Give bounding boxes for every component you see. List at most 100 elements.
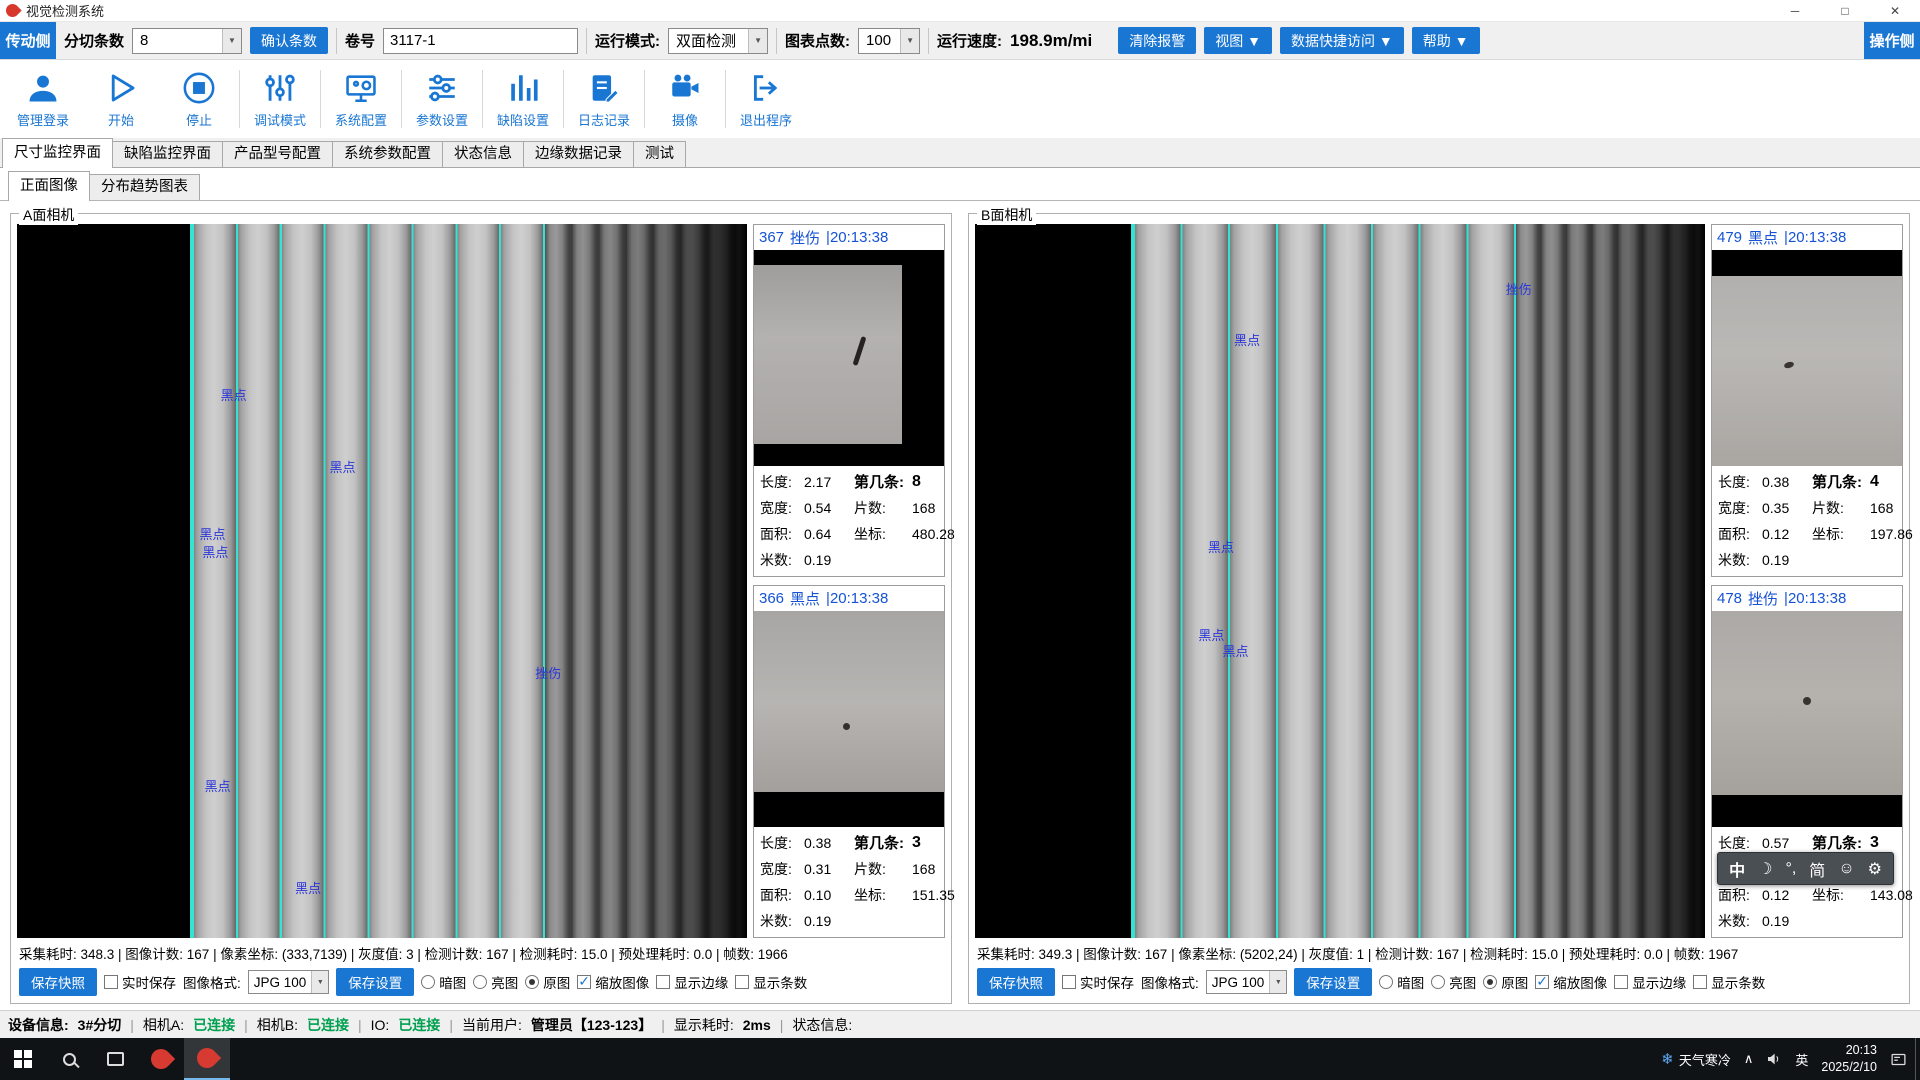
subtab-front-image[interactable]: 正面图像 bbox=[8, 171, 90, 201]
action-center-button[interactable] bbox=[1890, 1051, 1907, 1068]
system-config-button[interactable]: 系统配置 bbox=[322, 64, 400, 134]
ime-fullwidth-button[interactable]: ☽ bbox=[1758, 859, 1772, 879]
ime-emoji-button[interactable]: ☺ bbox=[1838, 860, 1854, 878]
stat-value: 3 bbox=[1870, 834, 1913, 852]
search-button[interactable] bbox=[46, 1038, 92, 1080]
notification-icon bbox=[1890, 1051, 1907, 1068]
view-menu-button[interactable]: 视图 ▼ bbox=[1204, 27, 1272, 54]
roll-number-input[interactable] bbox=[383, 28, 578, 54]
log-document-icon bbox=[585, 70, 623, 106]
image-format-select[interactable]: JPG 100 ▼ bbox=[1206, 970, 1288, 994]
dark-image-radio[interactable] bbox=[1379, 975, 1393, 989]
image-format-select[interactable]: JPG 100 ▼ bbox=[248, 970, 330, 994]
panel-a-group: A面相机 黑点 黑点 黑点 黑点 挫伤 黑点 黑点 bbox=[10, 213, 952, 1004]
pinned-app-button[interactable] bbox=[138, 1038, 184, 1080]
chevron-down-icon[interactable]: ▼ bbox=[900, 29, 919, 53]
save-snapshot-button[interactable]: 保存快照 bbox=[19, 968, 97, 996]
toolbar-separator bbox=[563, 70, 564, 128]
chart-points-label: 图表点数: bbox=[785, 30, 850, 51]
maximize-button[interactable]: □ bbox=[1820, 0, 1870, 21]
zoom-image-checkbox[interactable] bbox=[577, 975, 591, 989]
defect-time: |20:13:38 bbox=[1784, 590, 1846, 607]
realtime-save-checkbox[interactable] bbox=[104, 975, 118, 989]
realtime-save-checkbox[interactable] bbox=[1062, 975, 1076, 989]
stop-button[interactable]: 停止 bbox=[160, 64, 238, 134]
data-quick-access-button[interactable]: 数据快捷访问 ▼ bbox=[1280, 27, 1404, 54]
admin-login-button[interactable]: 管理登录 bbox=[4, 64, 82, 134]
tab-test[interactable]: 测试 bbox=[633, 141, 686, 167]
ime-punctuation-button[interactable]: °, bbox=[1785, 860, 1796, 878]
ime-settings-button[interactable]: ⚙ bbox=[1868, 859, 1882, 879]
tab-size-monitor[interactable]: 尺寸监控界面 bbox=[2, 138, 113, 168]
run-mode-select[interactable]: 双面检测 ▼ bbox=[668, 28, 768, 54]
tab-defect-monitor[interactable]: 缺陷监控界面 bbox=[112, 141, 223, 167]
exit-program-button[interactable]: 退出程序 bbox=[727, 64, 805, 134]
tray-expand-button[interactable]: ∧ bbox=[1744, 1051, 1754, 1067]
chevron-down-icon[interactable]: ▼ bbox=[748, 29, 767, 53]
minimize-button[interactable]: ─ bbox=[1770, 0, 1820, 21]
chevron-down-icon[interactable]: ▼ bbox=[222, 29, 241, 53]
original-image-radio[interactable] bbox=[525, 975, 539, 989]
clock-time: 20:13 bbox=[1821, 1042, 1877, 1059]
original-image-radio[interactable] bbox=[1483, 975, 1497, 989]
log-record-button[interactable]: 日志记录 bbox=[565, 64, 643, 134]
show-desktop-button[interactable] bbox=[1915, 1038, 1920, 1080]
stat-value: 0.12 bbox=[1762, 887, 1812, 903]
defect-type: 挫伤 bbox=[790, 227, 820, 248]
confirm-count-button[interactable]: 确认条数 bbox=[250, 27, 328, 54]
show-edge-checkbox[interactable] bbox=[1614, 975, 1628, 989]
defect-label: 挫伤 bbox=[535, 663, 561, 682]
camera-capture-button[interactable]: 摄像 bbox=[646, 64, 724, 134]
application-window: 视觉检测系统 ─ □ ✕ 传动侧 分切条数 8 ▼ 确认条数 卷号 运行模式: … bbox=[0, 0, 1920, 1080]
drive-side-button[interactable]: 传动侧 bbox=[0, 22, 56, 59]
bright-image-radio[interactable] bbox=[473, 975, 487, 989]
slice-count-select[interactable]: 8 ▼ bbox=[132, 28, 242, 54]
stat-label: 宽度: bbox=[760, 859, 804, 879]
active-app-button[interactable] bbox=[184, 1038, 230, 1080]
defect-time: |20:13:38 bbox=[826, 590, 888, 607]
weather-widget[interactable]: ❄ 天气寒冷 bbox=[1661, 1050, 1731, 1069]
ime-simplified-button[interactable]: 简 bbox=[1809, 857, 1825, 881]
taskbar-clock[interactable]: 20:13 2025/2/10 bbox=[1821, 1042, 1877, 1076]
show-strip-count-checkbox[interactable] bbox=[1693, 975, 1707, 989]
zoom-image-checkbox[interactable] bbox=[1535, 975, 1549, 989]
ime-language-button[interactable]: 中 bbox=[1729, 857, 1745, 881]
task-view-button[interactable] bbox=[92, 1038, 138, 1080]
clear-alarm-button[interactable]: 清除报警 bbox=[1118, 27, 1196, 54]
tab-edge-data-record[interactable]: 边缘数据记录 bbox=[523, 141, 634, 167]
tab-system-parameter-config[interactable]: 系统参数配置 bbox=[332, 141, 443, 167]
separator: | bbox=[130, 1017, 134, 1033]
dark-image-radio[interactable] bbox=[421, 975, 435, 989]
defect-settings-button[interactable]: 缺陷设置 bbox=[484, 64, 562, 134]
bright-image-radio[interactable] bbox=[1431, 975, 1445, 989]
operate-side-button[interactable]: 操作侧 bbox=[1864, 22, 1920, 59]
save-settings-button[interactable]: 保存设置 bbox=[336, 968, 414, 996]
debug-mode-button[interactable]: 调试模式 bbox=[241, 64, 319, 134]
chart-points-select[interactable]: 100 ▼ bbox=[858, 28, 920, 54]
parameter-settings-button[interactable]: 参数设置 bbox=[403, 64, 481, 134]
io-status: 已连接 bbox=[398, 1015, 440, 1035]
toolbar-separator bbox=[586, 28, 587, 54]
tab-product-model-config[interactable]: 产品型号配置 bbox=[222, 141, 333, 167]
save-settings-button[interactable]: 保存设置 bbox=[1294, 968, 1372, 996]
weather-text: 天气寒冷 bbox=[1679, 1050, 1731, 1069]
stat-value: 151.35 bbox=[912, 887, 955, 903]
save-snapshot-button[interactable]: 保存快照 bbox=[977, 968, 1055, 996]
input-language-indicator[interactable]: 英 bbox=[1795, 1050, 1808, 1069]
defect-card: 478 挫伤 |20:13:38 长度: 0 bbox=[1711, 585, 1903, 938]
volume-button[interactable] bbox=[1766, 1051, 1782, 1067]
show-strip-count-checkbox[interactable] bbox=[735, 975, 749, 989]
separator: | bbox=[449, 1017, 453, 1033]
start-button[interactable] bbox=[0, 1038, 46, 1080]
tab-status-info[interactable]: 状态信息 bbox=[442, 141, 524, 167]
start-button[interactable]: 开始 bbox=[82, 64, 160, 134]
help-menu-button[interactable]: 帮助 ▼ bbox=[1412, 27, 1480, 54]
current-user-label: 当前用户: bbox=[462, 1015, 522, 1035]
chevron-down-icon[interactable]: ▼ bbox=[1269, 971, 1286, 993]
subtab-trend-chart[interactable]: 分布趋势图表 bbox=[89, 174, 200, 200]
defect-thumbnail bbox=[754, 250, 944, 466]
close-button[interactable]: ✕ bbox=[1870, 0, 1920, 21]
stat-value: 0.19 bbox=[804, 913, 854, 929]
show-edge-checkbox[interactable] bbox=[656, 975, 670, 989]
chevron-down-icon[interactable]: ▼ bbox=[311, 971, 328, 993]
